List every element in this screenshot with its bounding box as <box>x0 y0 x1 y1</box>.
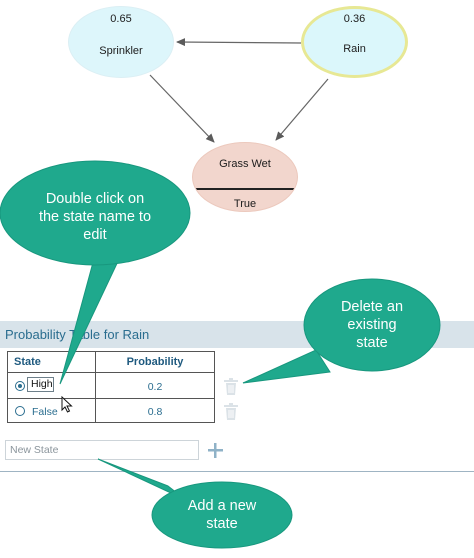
callout-add-text: Add a new state <box>172 497 272 533</box>
callout-edit-line: Double click on <box>45 191 145 207</box>
callout-add-line: state <box>206 516 238 532</box>
callout-edit-line: the state name to <box>38 209 152 225</box>
callout-add-line: Add a new <box>187 498 257 514</box>
callout-delete-text: Delete an existing state <box>322 298 422 352</box>
callout-edit-text: Double click on the state name to edit <box>20 190 170 244</box>
callout-edit-line: edit <box>83 227 107 243</box>
callout-overlay <box>0 160 441 549</box>
callout-delete-line: state <box>356 335 388 351</box>
callout-delete-line: Delete an <box>340 299 404 315</box>
callout-delete-line: existing <box>347 317 397 333</box>
